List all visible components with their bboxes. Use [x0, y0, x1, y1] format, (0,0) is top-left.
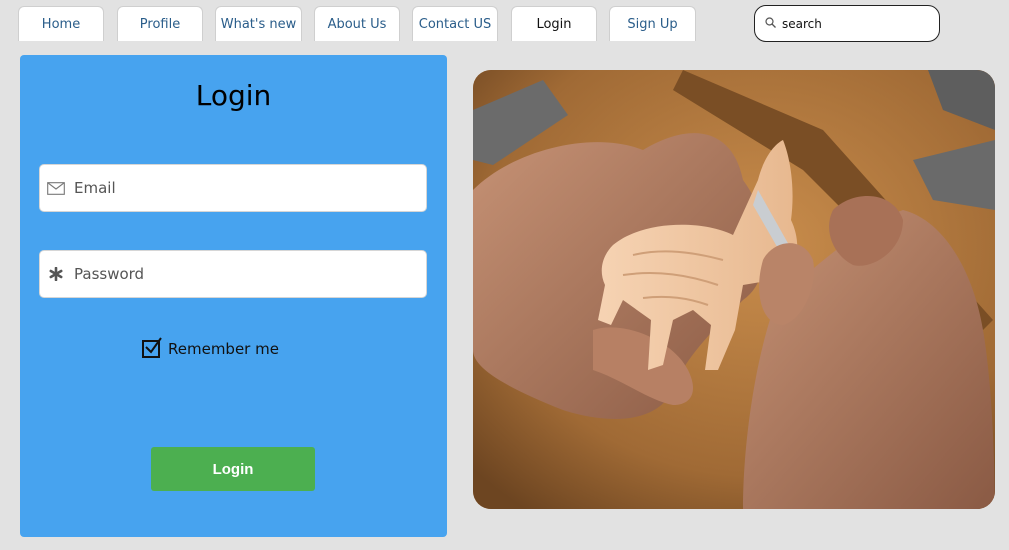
email-input[interactable] [72, 178, 406, 198]
tab-about-us[interactable]: About Us [314, 6, 400, 41]
carving-photo [473, 70, 995, 509]
tab-profile[interactable]: Profile [117, 6, 203, 41]
carving-illustration [473, 70, 995, 509]
search-box[interactable] [754, 5, 940, 42]
tab-contact-us[interactable]: Contact US [412, 6, 498, 41]
remember-me-checkbox[interactable] [142, 337, 162, 358]
search-icon [765, 15, 776, 33]
search-input[interactable] [780, 15, 934, 32]
asterisk-icon [40, 267, 72, 281]
tab-home[interactable]: Home [18, 6, 104, 41]
login-panel: Login Remember me Login [20, 55, 447, 537]
tab-sign-up[interactable]: Sign Up [609, 6, 696, 41]
login-title: Login [195, 79, 272, 112]
email-field[interactable] [39, 164, 427, 212]
password-field[interactable] [39, 250, 427, 298]
remember-me: Remember me [142, 337, 279, 358]
remember-me-label: Remember me [168, 340, 279, 358]
tab-whats-new[interactable]: What's new [215, 6, 302, 41]
envelope-icon [40, 181, 72, 195]
password-input[interactable] [72, 264, 406, 284]
login-button[interactable]: Login [151, 447, 315, 491]
tab-login[interactable]: Login [511, 6, 597, 41]
